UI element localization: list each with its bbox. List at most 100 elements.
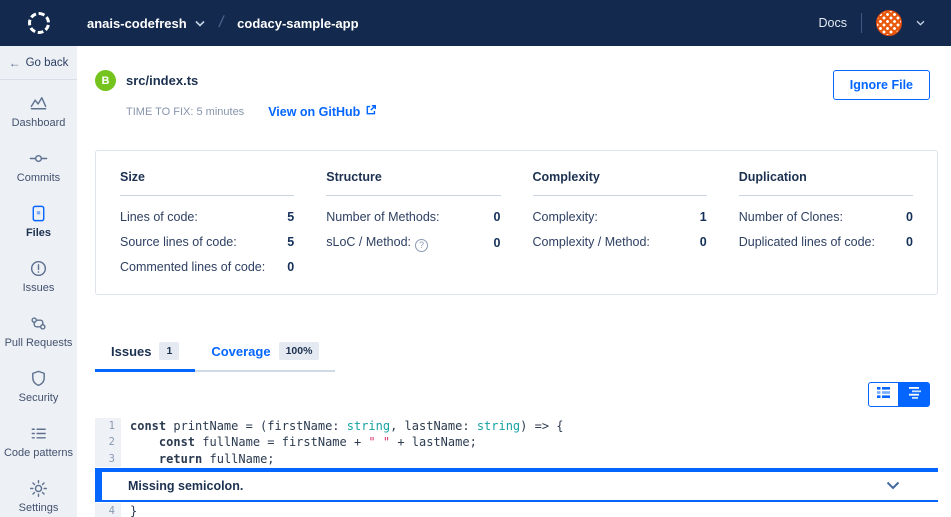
sidebar-item-label: Pull Requests bbox=[0, 337, 77, 349]
metric-label: Number of Methods: bbox=[326, 210, 439, 224]
metric-row: Number of Clones:0 bbox=[739, 210, 913, 224]
back-arrow-icon: ← bbox=[9, 56, 21, 70]
sidebar-item-label: Commits bbox=[0, 172, 77, 184]
tab-issues[interactable]: Issues 1 bbox=[95, 332, 195, 372]
line-number: 4 bbox=[95, 503, 121, 517]
metric-value: 0 bbox=[906, 210, 913, 224]
issue-annotation-row[interactable]: Missing semicolon. bbox=[95, 468, 938, 502]
metric-column-structure: StructureNumber of Methods:0sLoC / Metho… bbox=[326, 170, 500, 294]
sidebar-item-dashboard[interactable]: Dashboard bbox=[0, 94, 77, 129]
files-icon bbox=[0, 204, 77, 223]
view-on-github-label: View on GitHub bbox=[268, 105, 360, 119]
metric-column-size: SizeLines of code:5Source lines of code:… bbox=[120, 170, 294, 294]
breadcrumb-separator: / bbox=[217, 14, 225, 32]
line-number: 1 bbox=[95, 418, 121, 434]
detailed-view-button[interactable] bbox=[868, 382, 899, 407]
sidebar: ← Go back Dashboard Commits Files Issues Pul… bbox=[0, 46, 77, 517]
codacy-logo bbox=[28, 12, 50, 34]
repository-name[interactable]: codacy-sample-app bbox=[237, 16, 358, 31]
chevron-down-icon[interactable] bbox=[916, 20, 925, 26]
sidebar-item-settings[interactable]: Settings bbox=[0, 479, 77, 514]
tab-label: Issues bbox=[111, 344, 151, 359]
metric-row: Commented lines of code: 0 bbox=[120, 260, 294, 274]
code-view-toggle bbox=[95, 382, 938, 407]
metric-value: 5 bbox=[287, 235, 294, 249]
metric-value: 1 bbox=[700, 210, 707, 224]
sidebar-item-label: Settings bbox=[0, 502, 77, 514]
tab-coverage[interactable]: Coverage 100% bbox=[195, 332, 335, 372]
code-line-text: const fullName = firstName + " " + lastN… bbox=[121, 434, 477, 450]
code-line-text: const printName = (firstName: string, la… bbox=[121, 418, 564, 434]
security-icon bbox=[0, 369, 77, 388]
metric-value: 0 bbox=[494, 210, 501, 224]
sidebar-item-commits[interactable]: Commits bbox=[0, 149, 77, 184]
line-number: 2 bbox=[95, 434, 121, 450]
user-avatar[interactable] bbox=[876, 10, 902, 36]
compact-view-button[interactable] bbox=[899, 382, 930, 407]
sidebar-item-label: Dashboard bbox=[0, 117, 77, 129]
metric-row: Complexity: 1 bbox=[533, 210, 707, 224]
file-header: B src/index.ts TIME TO FIX: 5 minutes Vi… bbox=[95, 70, 938, 119]
code-line: 4} bbox=[95, 503, 938, 517]
code-line: 2 const fullName = firstName + " " + las… bbox=[95, 434, 938, 450]
metric-label: Commented lines of code: bbox=[120, 260, 265, 274]
external-link-icon bbox=[365, 104, 377, 119]
code-block: 1const printName = (firstName: string, l… bbox=[95, 418, 938, 517]
main-content: B src/index.ts TIME TO FIX: 5 minutes Vi… bbox=[77, 46, 951, 517]
code-line: 3 return fullName; bbox=[95, 451, 938, 467]
metric-row: sLoC / Method:?0 bbox=[326, 235, 500, 252]
sidebar-item-pull-requests[interactable]: Pull Requests bbox=[0, 314, 77, 349]
metric-label: Lines of code: bbox=[120, 210, 198, 224]
tab-bar: Issues 1 Coverage 100% bbox=[95, 332, 335, 372]
metric-label: Duplicated lines of code: bbox=[739, 235, 875, 249]
settings-icon bbox=[0, 479, 77, 498]
view-on-github-link[interactable]: View on GitHub bbox=[268, 104, 377, 119]
chevron-down-icon[interactable] bbox=[886, 481, 900, 490]
detailed-list-icon bbox=[876, 386, 891, 404]
metric-row: Number of Methods: 0 bbox=[326, 210, 500, 224]
organization-dropdown[interactable]: anais-codefresh bbox=[87, 16, 205, 31]
metric-label: Complexity / Method: bbox=[533, 235, 650, 249]
go-back-button[interactable]: ← Go back bbox=[0, 46, 77, 80]
metric-value: 5 bbox=[287, 210, 294, 224]
sidebar-item-code-patterns[interactable]: Code patterns bbox=[0, 424, 77, 459]
file-path: src/index.ts bbox=[126, 73, 198, 88]
time-to-fix-label: TIME TO FIX: 5 minutes bbox=[126, 106, 244, 118]
organization-name: anais-codefresh bbox=[87, 16, 187, 31]
help-circle-icon[interactable]: ? bbox=[415, 239, 428, 252]
sidebar-item-files[interactable]: Files bbox=[0, 204, 77, 239]
go-back-label: Go back bbox=[26, 57, 69, 69]
ignore-file-button[interactable]: Ignore File bbox=[833, 70, 930, 100]
docs-link[interactable]: Docs bbox=[819, 16, 847, 30]
metric-row: Duplicated lines of code:0 bbox=[739, 235, 913, 249]
codacy-logo-wrap[interactable] bbox=[0, 12, 77, 34]
tab-badge: 100% bbox=[279, 342, 320, 360]
line-number: 3 bbox=[95, 451, 121, 467]
sidebar-item-label: Issues bbox=[0, 282, 77, 294]
metric-row: Source lines of code: 5 bbox=[120, 235, 294, 249]
tab-label: Coverage bbox=[211, 344, 270, 359]
metric-value: 0 bbox=[494, 236, 501, 250]
sidebar-item-label: Code patterns bbox=[0, 447, 77, 459]
metric-column-title: Size bbox=[120, 170, 294, 196]
metric-column-complexity: Complexity Complexity: 1 Complexity / Metho… bbox=[533, 170, 707, 294]
metric-row: Lines of code: 5 bbox=[120, 210, 294, 224]
commits-icon bbox=[0, 149, 77, 168]
code-line: 1const printName = (firstName: string, l… bbox=[95, 418, 938, 434]
grade-badge: B bbox=[95, 70, 116, 91]
sidebar-item-issues[interactable]: Issues bbox=[0, 259, 77, 294]
metric-column-title: Complexity bbox=[533, 170, 707, 196]
dashboard-icon bbox=[0, 94, 77, 113]
chevron-down-icon bbox=[195, 20, 205, 27]
top-navbar: anais-codefresh / codacy-sample-app Docs bbox=[0, 0, 951, 46]
code-line-text: } bbox=[121, 503, 137, 517]
metric-column-title: Duplication bbox=[739, 170, 913, 196]
navbar-divider bbox=[861, 13, 862, 33]
issues-icon bbox=[0, 259, 77, 278]
metric-label: Complexity: bbox=[533, 210, 598, 224]
metric-value: 0 bbox=[287, 260, 294, 274]
metrics-card: SizeLines of code:5Source lines of code:… bbox=[95, 150, 938, 295]
tab-badge: 1 bbox=[159, 342, 179, 360]
sidebar-item-security[interactable]: Security bbox=[0, 369, 77, 404]
metric-label: Source lines of code: bbox=[120, 235, 237, 249]
